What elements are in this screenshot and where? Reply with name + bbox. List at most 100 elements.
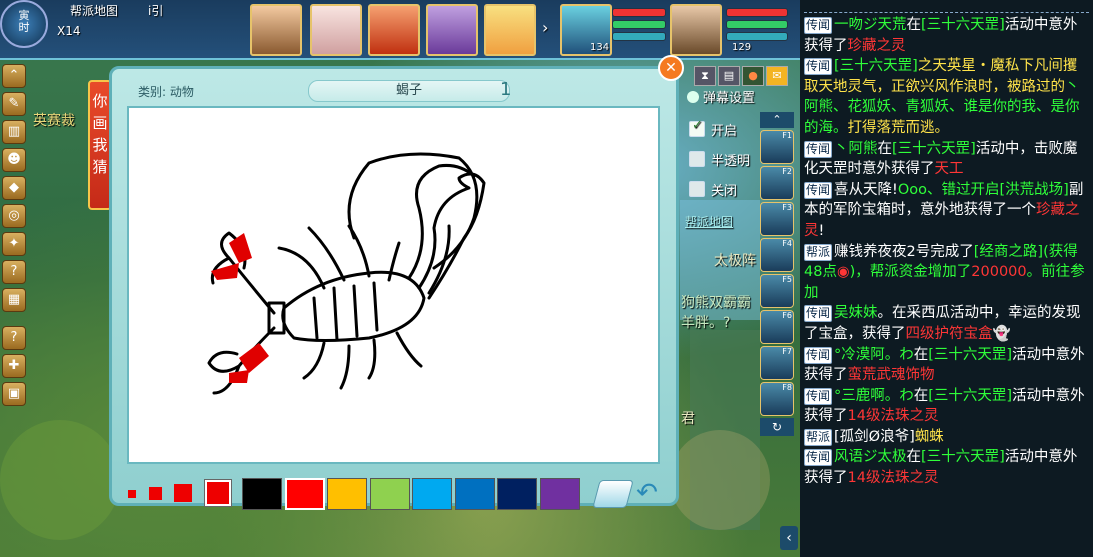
chat-panel[interactable]: 传闻 一吻ジ天荒在[三十六天罡]活动中意外获得了珍藏之灵 传闻 [三十六天罡]之天英星…	[800, 0, 1093, 557]
cube-icon[interactable]: ▦	[2, 288, 26, 312]
bag-icon[interactable]: ◆	[2, 176, 26, 200]
chat-message[interactable]: 传闻 °冷漠阿。わ在[三十六天罡]活动中意外获得了蛮荒武魂饰物	[800, 345, 1093, 386]
skill-f4[interactable]: F4	[760, 238, 794, 272]
ring-icon[interactable]: ◎	[2, 204, 26, 228]
chat-message[interactable]: 帮派 赚钱养夜夜2号完成了[经商之路](获得48点◉)，帮派资金增加了200000…	[800, 242, 1093, 304]
skill-f2[interactable]: F2	[760, 166, 794, 200]
chat-text[interactable]: 吴妹妹	[834, 305, 878, 321]
npc-text-2[interactable]: 太极阵	[714, 250, 756, 270]
npc-text-1[interactable]: 英赛裁	[33, 110, 75, 130]
fruit-icon[interactable]: ●	[742, 66, 764, 86]
chat-text[interactable]: [洪荒战场]	[999, 182, 1068, 198]
chat-text[interactable]: [三十六天罡]	[892, 141, 976, 157]
eraser-icon[interactable]	[592, 480, 634, 508]
time-clock[interactable]: 寅 时	[0, 0, 48, 48]
chat-text[interactable]: [三十六天罡]	[921, 449, 1005, 465]
option-on[interactable]: ✓ 开启	[689, 118, 737, 139]
chat-message[interactable]: 传闻 丶阿熊在[三十六天罡]活动中，击败魔化天罡时意外获得了天工	[800, 139, 1093, 180]
chat-text[interactable]: 帮派资金增加了	[870, 264, 972, 280]
color-swatch[interactable]	[369, 478, 410, 510]
chart-icon[interactable]: ▥	[2, 120, 26, 144]
chat-text[interactable]: 风语ジ太极	[834, 449, 907, 465]
chat-text[interactable]: [三十六天罡]	[928, 347, 1012, 363]
color-palette: ↶	[112, 470, 676, 510]
help2-icon[interactable]: ?	[2, 326, 26, 350]
npc-text-3[interactable]: 狗熊双霸霸	[681, 292, 751, 312]
color-swatch[interactable]	[242, 478, 282, 510]
brush-size-medium[interactable]	[149, 487, 162, 500]
chat-message[interactable]: 传闻 喜从天降!Ooo、错过开启[洪荒战场]副本的军阶宝箱时，意外地获得了一个珍藏…	[800, 180, 1093, 242]
brush-size-small[interactable]	[128, 490, 136, 498]
skillbar-swap-icon[interactable]: ↻	[760, 418, 794, 436]
word-display: 蝎子	[308, 80, 510, 102]
chat-collapse-icon[interactable]: ‹	[780, 526, 798, 550]
screen-icon[interactable]: ▣	[2, 382, 26, 406]
party-portrait-1[interactable]	[250, 4, 302, 56]
chat-channel-badge: 帮派	[804, 428, 833, 446]
checkbox-on[interactable]: ✓	[689, 118, 705, 137]
party-portrait-5[interactable]	[484, 4, 536, 56]
chat-message[interactable]: 帮派 [孤剑Ø浪爷]蜘蛛	[800, 427, 1093, 448]
mail-icon[interactable]: ✉	[766, 66, 788, 86]
guild-map-link[interactable]: 帮派地图	[685, 213, 733, 230]
chat-message[interactable]: 传闻 一吻ジ天荒在[三十六天罡]活动中意外获得了珍藏之灵	[800, 15, 1093, 56]
skill-f5[interactable]: F5	[760, 274, 794, 308]
color-swatch[interactable]	[539, 478, 580, 510]
skill-f8[interactable]: F8	[760, 382, 794, 416]
book-icon[interactable]: ▤	[718, 66, 740, 86]
skillbar-collapse-icon[interactable]: ⌃	[760, 112, 794, 128]
skill-f1[interactable]: F1	[760, 130, 794, 164]
color-swatch[interactable]	[412, 478, 452, 510]
drawing-canvas[interactable]	[127, 106, 660, 464]
chat-text[interactable]: [三十六天罡]	[834, 58, 918, 74]
chat-message[interactable]: 传闻 吴妹妹。在采西瓜活动中，幸运的发现了宝盒，获得了四级护符宝盒👻	[800, 303, 1093, 344]
collapse-up-icon[interactable]: ⌃	[2, 64, 26, 88]
top-bar: 寅 时 帮派地图 X14 i引 › 134 129	[0, 0, 800, 60]
brush-size-large[interactable]	[174, 484, 192, 502]
info-label[interactable]: i引	[148, 2, 163, 19]
chat-text[interactable]: [三十六天罡]	[921, 17, 1005, 33]
chat-text[interactable]: 丶阿熊	[834, 141, 878, 157]
chat-message[interactable]: 传闻 °三鹿啊。わ在[三十六天罡]活动中意外获得了14级法珠之灵	[800, 386, 1093, 427]
checkbox-semi[interactable]	[689, 151, 705, 167]
skill-f6[interactable]: F6	[760, 310, 794, 344]
color-swatch[interactable]	[454, 478, 495, 510]
chat-text[interactable]: [经商之路]	[974, 244, 1043, 260]
chat-message[interactable]: 传闻 风语ジ太极在[三十六天罡]活动中意外获得了14级法珠之灵	[800, 447, 1093, 488]
chevron-right-icon[interactable]: ›	[542, 18, 548, 37]
skill-f5-key: F5	[782, 275, 792, 284]
option-semi[interactable]: 半透明	[689, 150, 750, 169]
checkbox-off[interactable]	[689, 181, 705, 197]
party-portrait-2[interactable]	[310, 4, 362, 56]
color-swatch[interactable]	[327, 478, 367, 510]
undo-icon[interactable]: ↶	[632, 478, 662, 508]
npc-text-4[interactable]: 羊胖。?	[681, 312, 730, 332]
close-icon[interactable]: ✕	[658, 55, 684, 81]
brush-size-xlarge[interactable]	[205, 480, 231, 506]
skill-f7[interactable]: F7	[760, 346, 794, 380]
party-portrait-3[interactable]	[368, 4, 420, 56]
chat-text[interactable]: 一吻ジ天荒	[834, 17, 907, 33]
color-swatch[interactable]	[497, 478, 537, 510]
guild-map-button[interactable]: 帮派地图	[70, 2, 118, 19]
help-icon[interactable]: ?	[2, 260, 26, 284]
pet-icon[interactable]: ☻	[2, 148, 26, 172]
chat-text[interactable]: )，	[850, 264, 870, 280]
hourglass-icon[interactable]: ⧗	[694, 66, 716, 86]
pencil-icon[interactable]: ✎	[2, 92, 26, 116]
danmu-settings[interactable]: 弹幕设置	[687, 87, 755, 106]
pet-portrait[interactable]	[670, 4, 722, 56]
chat-text[interactable]: °三鹿啊。わ	[834, 388, 914, 404]
gift-icon[interactable]: ✚	[2, 354, 26, 378]
chat-text: 天工	[934, 161, 964, 178]
color-swatch[interactable]	[284, 478, 325, 510]
npc-text-5[interactable]: 君	[681, 408, 695, 428]
chat-text[interactable]: Ooo、错过开启	[898, 182, 1000, 198]
option-off[interactable]: 关闭	[689, 180, 737, 199]
gem-icon[interactable]: ✦	[2, 232, 26, 256]
chat-text[interactable]: °冷漠阿。わ	[834, 347, 914, 363]
chat-text[interactable]: [三十六天罡]	[928, 388, 1012, 404]
skill-f3[interactable]: F3	[760, 202, 794, 236]
party-portrait-4[interactable]	[426, 4, 478, 56]
chat-message[interactable]: 传闻 [三十六天罡]之天英星・魔私下凡间攫取天地灵气，正欲兴风作浪时，被路过的丶阿…	[800, 56, 1093, 138]
